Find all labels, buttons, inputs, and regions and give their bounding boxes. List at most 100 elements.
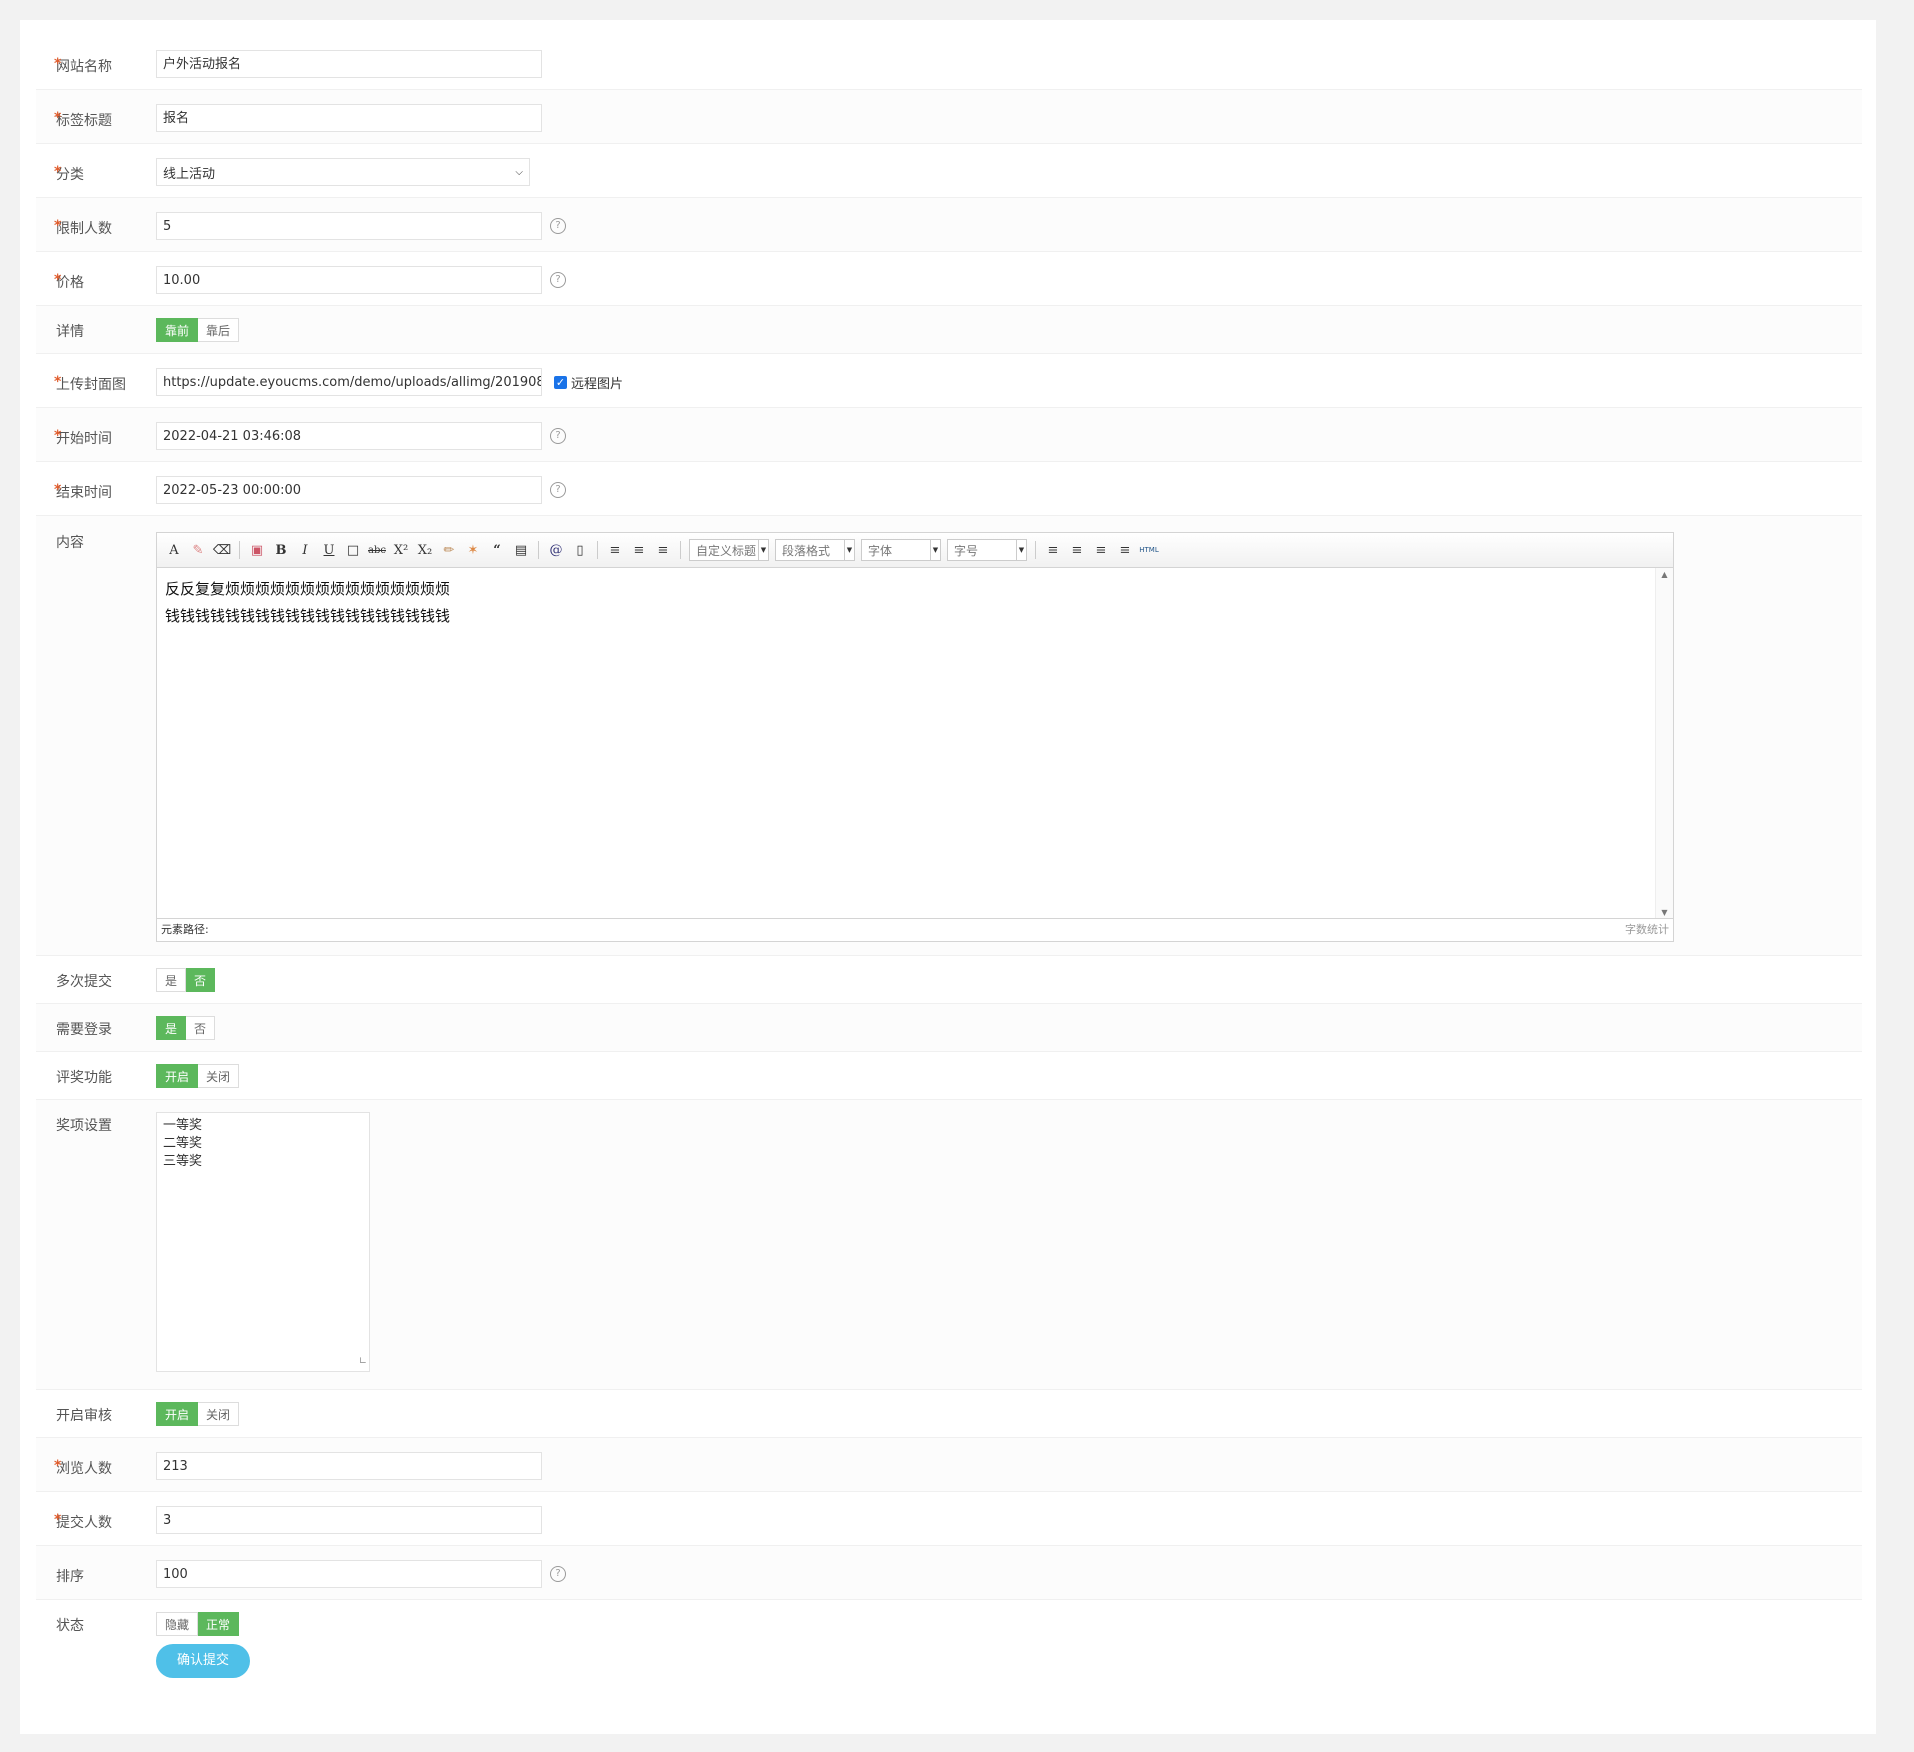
border-icon[interactable]: □	[344, 541, 362, 559]
prizes-textarea[interactable]: 一等奖 二等奖 三等奖 ∟	[156, 1112, 370, 1372]
align-justify-icon[interactable]: ≡	[1116, 541, 1134, 559]
underline-icon[interactable]: U	[320, 541, 338, 559]
superscript-icon[interactable]: X²	[392, 541, 410, 559]
remote-image-option[interactable]: ✓ 远程图片	[554, 373, 623, 392]
required-mark: *	[54, 110, 62, 126]
font-size-combo[interactable]: 字号 ▼	[947, 539, 1027, 561]
toolbar-separator	[680, 541, 681, 559]
help-icon[interactable]: ?	[550, 428, 566, 444]
label-text: 内容	[56, 535, 84, 551]
italic-icon[interactable]: I	[296, 541, 314, 559]
blockquote-icon[interactable]: “	[488, 541, 506, 559]
font-color-icon[interactable]: A	[165, 541, 183, 559]
editor-scrollbar[interactable]: ▲ ▼	[1655, 568, 1673, 919]
label-text: 评奖功能	[56, 1070, 112, 1086]
subscript-icon[interactable]: X₂	[416, 541, 434, 559]
row-spacing-bottom-icon[interactable]: ≡	[630, 541, 648, 559]
scroll-up-icon[interactable]: ▲	[1656, 570, 1673, 579]
label-detail: 详情	[36, 318, 156, 341]
sort-input[interactable]: 100	[156, 1560, 542, 1588]
status-normal[interactable]: 正常	[198, 1612, 240, 1636]
html-source-icon[interactable]: HTML	[1139, 541, 1158, 559]
submit-button[interactable]: 确认提交	[156, 1644, 250, 1678]
toolbar-separator	[597, 541, 598, 559]
row-prizes: 奖项设置 一等奖 二等奖 三等奖 ∟	[36, 1100, 1862, 1390]
font-family-label: 字体	[868, 543, 893, 558]
multi-submit-no[interactable]: 否	[186, 968, 216, 992]
site-name-input[interactable]: 户外活动报名	[156, 50, 542, 78]
custom-title-combo[interactable]: 自定义标题 ▼	[689, 539, 769, 561]
category-select[interactable]: 线上活动 ⌵	[156, 158, 530, 186]
help-icon[interactable]: ?	[550, 482, 566, 498]
combo-arrow-icon: ▼	[1016, 540, 1026, 560]
detail-option-back[interactable]: 靠后	[198, 318, 240, 342]
label-price: * 价格	[36, 272, 156, 292]
combo-arrow-icon: ▼	[758, 540, 768, 560]
need-login-yes[interactable]: 是	[156, 1016, 187, 1040]
required-mark: *	[54, 272, 62, 288]
cover-url-input[interactable]: https://update.eyoucms.com/demo/uploads/…	[156, 368, 542, 396]
row-award: 评奖功能 开启 关闭	[36, 1052, 1862, 1100]
status-hidden[interactable]: 隐藏	[156, 1612, 199, 1636]
line-height-icon[interactable]: ≡	[654, 541, 672, 559]
help-icon[interactable]: ?	[550, 1566, 566, 1582]
help-icon[interactable]: ?	[550, 272, 566, 288]
scroll-down-icon[interactable]: ▼	[1656, 908, 1673, 917]
paste-text-icon[interactable]: ▤	[512, 541, 530, 559]
required-mark: *	[54, 56, 62, 72]
activity-form: * 网站名称 户外活动报名 * 标签标题 报名 * 分类 线上活动 ⌵ * 限制人数 5…	[36, 36, 1862, 1710]
submits-input[interactable]: 3	[156, 1506, 542, 1534]
strikethrough-icon[interactable]: abc	[368, 541, 386, 559]
award-off[interactable]: 关闭	[198, 1064, 240, 1088]
label-cover: * 上传封面图	[36, 374, 156, 394]
views-input[interactable]: 213	[156, 1452, 542, 1480]
prizes-text: 一等奖 二等奖 三等奖	[163, 1118, 203, 1169]
row-end-time: * 结束时间 2022-05-23 00:00:00?	[36, 462, 1862, 516]
label-text: 上传封面图	[56, 377, 126, 393]
combo-arrow-icon: ▼	[930, 540, 940, 560]
price-input[interactable]: 10.00	[156, 266, 542, 294]
row-spacing-top-icon[interactable]: ≡	[606, 541, 624, 559]
detail-toggle: 靠前 靠后	[156, 318, 240, 342]
need-login-toggle: 是 否	[156, 1016, 216, 1040]
label-limit: * 限制人数	[36, 218, 156, 238]
image-icon[interactable]: ▣	[248, 541, 266, 559]
link-icon[interactable]: @	[547, 541, 565, 559]
help-icon[interactable]: ?	[550, 218, 566, 234]
review-on[interactable]: 开启	[156, 1402, 199, 1426]
need-login-no[interactable]: 否	[186, 1016, 216, 1040]
resize-grip-icon[interactable]: ∟	[359, 1353, 367, 1371]
row-detail: 详情 靠前 靠后	[36, 306, 1862, 354]
auto-format-icon[interactable]: ✶	[464, 541, 482, 559]
remote-image-checkbox[interactable]: ✓	[554, 375, 567, 389]
row-submits: * 提交人数 3	[36, 1492, 1862, 1546]
start-time-input[interactable]: 2022-04-21 03:46:08	[156, 422, 542, 450]
review-toggle: 开启 关闭	[156, 1402, 240, 1426]
align-left-icon[interactable]: ≡	[1044, 541, 1062, 559]
review-off[interactable]: 关闭	[198, 1402, 240, 1426]
editor-body[interactable]: 反反复复烦烦烦烦烦烦烦烦烦烦烦烦烦烦烦 钱钱钱钱钱钱钱钱钱钱钱钱钱钱钱钱钱钱钱	[157, 568, 1655, 919]
align-right-icon[interactable]: ≡	[1092, 541, 1110, 559]
label-text: 详情	[56, 324, 84, 340]
limit-input[interactable]: 5	[156, 212, 542, 240]
label-text: 开启审核	[56, 1408, 112, 1424]
multi-submit-yes[interactable]: 是	[156, 968, 187, 992]
row-multi-submit: 多次提交 是 否	[36, 956, 1862, 1004]
page-icon[interactable]: ▯	[571, 541, 589, 559]
highlight-icon[interactable]: ✎	[189, 541, 207, 559]
tag-title-input[interactable]: 报名	[156, 104, 542, 132]
row-tag-title: * 标签标题 报名	[36, 90, 1862, 144]
award-on[interactable]: 开启	[156, 1064, 199, 1088]
label-tag-title: * 标签标题	[36, 110, 156, 130]
eraser-icon[interactable]: ⌫	[213, 541, 231, 559]
bold-icon[interactable]: B	[272, 541, 290, 559]
align-center-icon[interactable]: ≡	[1068, 541, 1086, 559]
format-brush-icon[interactable]: ✏	[440, 541, 458, 559]
row-status: 状态 隐藏 正常 确认提交	[36, 1600, 1862, 1710]
paragraph-combo[interactable]: 段落格式 ▼	[775, 539, 855, 561]
end-time-input[interactable]: 2022-05-23 00:00:00	[156, 476, 542, 504]
category-selected: 线上活动	[163, 166, 216, 182]
font-family-combo[interactable]: 字体 ▼	[861, 539, 941, 561]
status-toggle: 隐藏 正常	[156, 1612, 1862, 1636]
detail-option-front[interactable]: 靠前	[156, 318, 199, 342]
